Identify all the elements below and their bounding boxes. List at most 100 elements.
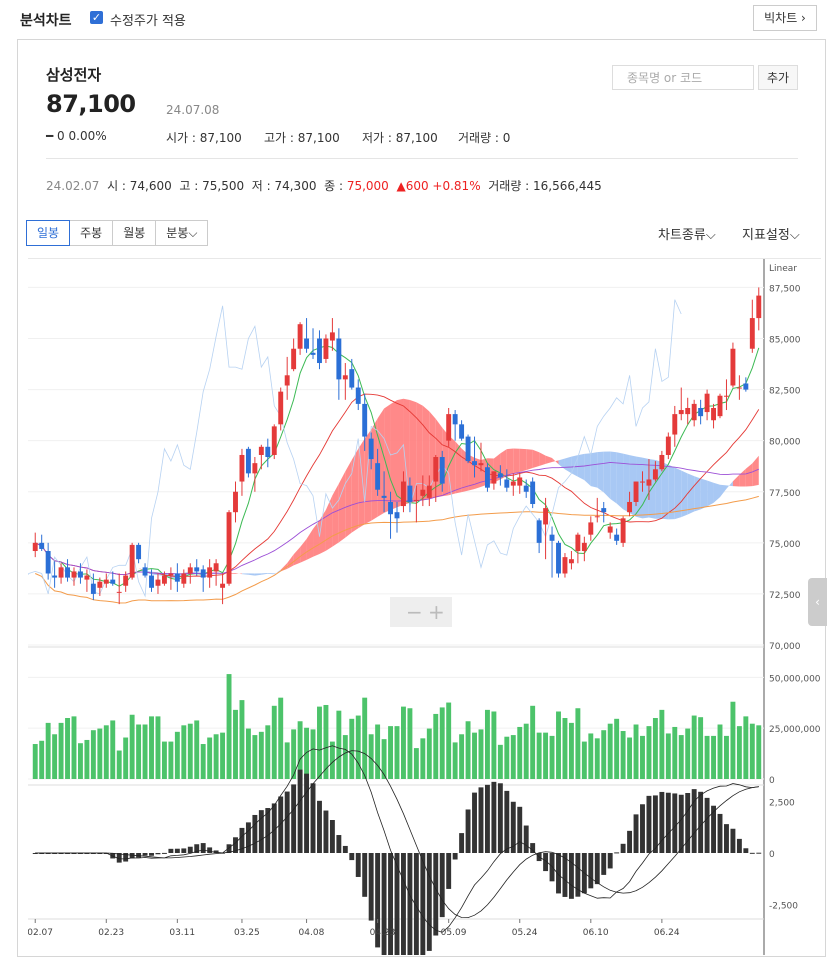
- tab-daily[interactable]: 일봉: [26, 220, 71, 246]
- ichimoku-cloud-segment: [661, 461, 669, 520]
- price-chart-svg[interactable]: 87,500 85,000 82,500 80,000 77,500 75,000 72,5…: [0, 259, 821, 968]
- ichimoku-cloud-segment: [313, 520, 320, 557]
- volume-bar: [271, 705, 277, 779]
- candle-body: [284, 375, 290, 386]
- ichimoku-cloud-segment: [610, 451, 617, 504]
- side-panel-toggle[interactable]: ‹: [808, 578, 827, 626]
- volume-bar: [730, 701, 736, 779]
- candle-body: [743, 383, 749, 390]
- macd-histogram-bar: [698, 791, 704, 853]
- volume-bar: [614, 718, 620, 779]
- candle-body: [510, 481, 516, 486]
- volume-bar: [665, 733, 671, 779]
- macd-histogram-bar: [381, 853, 387, 966]
- candle-body: [258, 446, 264, 455]
- candle-body: [504, 479, 510, 488]
- volume-bar: [381, 739, 387, 779]
- macd-tick-label: 0: [769, 850, 775, 860]
- zoom-out-button[interactable]: −: [406, 600, 423, 624]
- candle-body: [252, 463, 258, 474]
- volume-bar: [536, 732, 542, 779]
- candle-body: [233, 491, 238, 513]
- macd-histogram-bar: [717, 813, 723, 853]
- volume-bar: [652, 718, 658, 779]
- macd-histogram-bar: [433, 853, 439, 936]
- ichimoku-cloud-segment: [713, 482, 721, 503]
- volume-bar: [646, 726, 652, 779]
- tab-monthly[interactable]: 월봉: [113, 220, 157, 246]
- macd-histogram-bar: [426, 853, 432, 951]
- hover-volume: 거래량 : 16,566,445: [488, 179, 602, 193]
- candle-body: [200, 569, 206, 578]
- ichimoku-cloud-segment: [332, 483, 339, 547]
- candle-body: [116, 591, 122, 593]
- volume-tick-label: 50,000,000: [769, 674, 821, 684]
- volume-bar: [556, 711, 561, 779]
- volume-bar: [329, 741, 335, 779]
- candle-body: [472, 461, 477, 466]
- candle-body: [278, 391, 284, 425]
- candle-body: [245, 448, 251, 474]
- macd-histogram-bar: [724, 824, 729, 853]
- macd-histogram-bar: [517, 806, 523, 853]
- volume-bar: [736, 726, 742, 779]
- candle-body: [640, 481, 645, 483]
- price-tick-label: 87,500: [769, 284, 801, 294]
- adjusted-price-label[interactable]: 수정주가 적용: [110, 10, 186, 29]
- ichimoku-cloud-segment: [616, 452, 624, 510]
- candle-body: [297, 324, 303, 349]
- candle-body: [142, 567, 148, 576]
- chart-area[interactable]: 87,500 85,000 82,500 80,000 77,500 75,000 72,5…: [0, 258, 821, 968]
- volume-bar: [375, 724, 381, 779]
- macd-histogram-bar: [478, 787, 484, 853]
- candle-body: [549, 534, 555, 541]
- volume-bar: [711, 735, 717, 779]
- candle-body: [711, 407, 717, 421]
- candle-body: [517, 477, 523, 486]
- x-axis-label: 04.08: [299, 928, 325, 938]
- macd-histogram-bar: [484, 784, 490, 853]
- candle-body: [32, 542, 38, 552]
- candle-body: [129, 544, 135, 578]
- candle-body: [97, 581, 103, 588]
- macd-histogram-bar: [743, 848, 749, 853]
- volume-bar: [349, 718, 355, 779]
- candle-body: [426, 485, 432, 498]
- volume-bar: [698, 717, 704, 779]
- macd-histogram-bar: [672, 793, 678, 853]
- candle-body: [607, 526, 613, 533]
- big-chart-button[interactable]: 빅차트 ›: [753, 5, 817, 31]
- candle-body: [446, 414, 452, 441]
- volume-bar: [510, 735, 516, 779]
- indicator-settings-dropdown[interactable]: 지표설정⌵: [742, 224, 800, 243]
- candle-body: [420, 489, 426, 496]
- candle-body: [77, 571, 83, 578]
- x-axis-label: 02.23: [98, 928, 124, 938]
- tab-minute[interactable]: 분봉⌵: [156, 220, 209, 246]
- stock-search-input[interactable]: 종목명 or 코드: [612, 65, 754, 90]
- volume-bar: [459, 734, 465, 779]
- ichimoku-cloud-segment: [112, 562, 120, 565]
- low-price: 저가 : 87,100: [362, 131, 438, 145]
- candle-body: [433, 457, 439, 482]
- volume-bar: [342, 735, 348, 779]
- volume-bar: [323, 704, 329, 779]
- macd-histogram-bar: [691, 789, 697, 853]
- volume-bar: [362, 697, 368, 779]
- zoom-control[interactable]: − +: [390, 597, 452, 627]
- candle-body: [736, 387, 742, 389]
- volume-bar: [472, 732, 477, 779]
- candle-body: [756, 295, 762, 319]
- macd-histogram-bar: [627, 830, 633, 853]
- tab-weekly[interactable]: 주봉: [70, 220, 114, 246]
- ichimoku-cloud-segment: [248, 573, 255, 576]
- adjusted-price-checkbox[interactable]: ✓: [90, 11, 103, 24]
- ichimoku-cloud-segment: [513, 448, 520, 474]
- volume-bar: [588, 733, 594, 779]
- zoom-in-button[interactable]: +: [428, 600, 445, 624]
- add-button[interactable]: 추가: [758, 65, 798, 90]
- page-title: 분석차트: [20, 13, 72, 29]
- chart-type-dropdown[interactable]: 차트종류⌵: [658, 224, 716, 243]
- price-tick-label: 80,000: [769, 438, 801, 448]
- candle-body: [556, 542, 561, 574]
